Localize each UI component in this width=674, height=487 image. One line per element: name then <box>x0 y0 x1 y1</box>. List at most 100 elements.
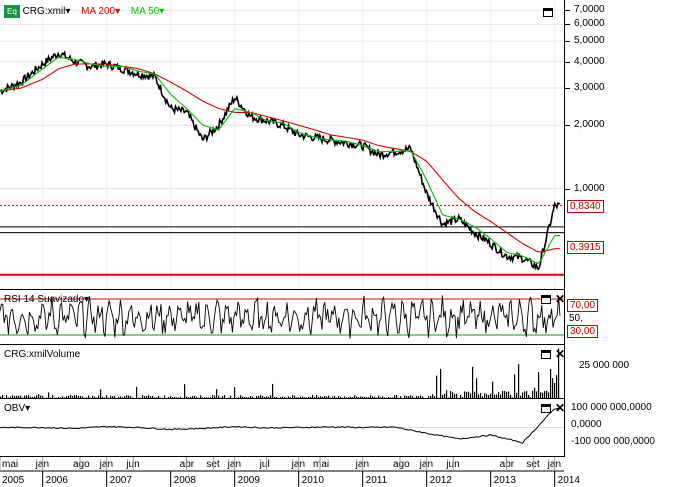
volume-panel[interactable] <box>0 345 564 399</box>
volume-bar <box>168 397 170 398</box>
volume-bar <box>296 397 298 398</box>
time-axis: maijanagojanjunabrsetjanjuljanmaijanagoj… <box>0 457 580 487</box>
ma50-dropdown-icon[interactable]: ▾ <box>159 6 164 17</box>
volume-bar <box>392 397 394 398</box>
volume-bar <box>258 395 260 398</box>
volume-bar <box>100 389 102 398</box>
volume-bar <box>502 391 504 398</box>
rsi-title: RSI 14 Suavizado▾ <box>4 294 89 305</box>
volume-bar <box>534 387 536 398</box>
volume-bar <box>244 397 246 398</box>
volume-bar <box>430 395 432 398</box>
volume-bar <box>42 395 44 398</box>
volume-bar <box>338 396 340 398</box>
volume-bar <box>260 395 262 398</box>
volume-bar <box>316 395 318 398</box>
volume-bar <box>320 396 322 398</box>
volume-bar <box>446 390 448 398</box>
volume-bar <box>488 395 490 398</box>
volume-bar <box>444 393 446 398</box>
volume-bar <box>350 396 352 398</box>
volume-bar <box>312 395 314 398</box>
price-chart[interactable] <box>0 0 564 289</box>
price-panel[interactable] <box>0 0 564 290</box>
volume-maximize-icon[interactable] <box>541 350 551 359</box>
volume-bar <box>298 397 300 398</box>
obv-panel[interactable] <box>0 399 564 457</box>
volume-bar <box>240 395 242 398</box>
volume-bar <box>546 390 548 398</box>
volume-bar <box>246 397 248 398</box>
volume-bar <box>98 395 100 398</box>
volume-bar <box>12 395 14 398</box>
volume-bar <box>46 397 48 398</box>
volume-bar <box>256 395 258 398</box>
volume-bar <box>40 395 42 398</box>
volume-bar <box>218 395 220 398</box>
ma200-label[interactable]: MA 200 <box>81 6 115 17</box>
symbol-label[interactable]: CRG:xmil <box>23 6 66 17</box>
volume-bar <box>136 386 138 398</box>
volume-bar <box>266 396 268 398</box>
price-tick-mark <box>565 24 570 26</box>
volume-bar <box>24 395 26 398</box>
volume-bar <box>394 395 396 398</box>
price-panel-maximize-icon[interactable] <box>543 8 553 17</box>
volume-chart[interactable] <box>0 345 564 398</box>
volume-bar <box>400 396 402 398</box>
chart-header: Eq CRG:xmil▾ MA 200▾ MA 50▾ <box>4 5 164 18</box>
volume-bar <box>252 396 254 398</box>
volume-bar <box>552 378 554 398</box>
volume-bar <box>146 396 148 398</box>
volume-bar <box>144 396 146 398</box>
volume-bar <box>494 394 496 398</box>
volume-bar <box>222 396 224 398</box>
year-label: 2012 <box>430 475 453 486</box>
volume-bar <box>362 396 364 398</box>
volume-bar <box>150 396 152 398</box>
volume-bar <box>64 397 66 398</box>
volume-bar <box>484 393 486 398</box>
ma200-dropdown-icon[interactable]: ▾ <box>115 6 120 17</box>
price-tick-label: 5,0000 <box>574 35 605 47</box>
volume-bar <box>190 396 192 398</box>
month-label: jan <box>547 459 561 470</box>
rsi-maximize-icon[interactable] <box>541 295 551 304</box>
obv-chart[interactable] <box>0 399 564 456</box>
volume-bar <box>186 396 188 398</box>
rsi-title-text[interactable]: RSI 14 Suavizado <box>4 294 84 305</box>
symbol-dropdown-icon[interactable]: ▾ <box>65 6 70 17</box>
price-tick-label: 3,0000 <box>574 82 605 93</box>
volume-bar <box>476 378 478 398</box>
month-label: jul <box>259 459 270 470</box>
rsi-upper-label: 70,00 <box>567 299 599 312</box>
volume-bar <box>112 396 114 398</box>
price-tick-mark <box>565 188 570 190</box>
volume-bar <box>176 397 178 398</box>
obv-dropdown-icon[interactable]: ▾ <box>25 403 30 414</box>
obv-maximize-icon[interactable] <box>541 404 551 413</box>
volume-bar <box>32 396 34 398</box>
volume-bar <box>214 395 216 398</box>
volume-bar <box>408 396 410 398</box>
year-label: 2010 <box>302 475 325 486</box>
month-label: abr <box>500 459 515 470</box>
volume-bar <box>288 396 290 398</box>
year-label: 2005 <box>2 475 25 486</box>
volume-bar <box>336 397 338 398</box>
volume-bar <box>28 395 30 398</box>
volume-bar <box>356 396 358 398</box>
volume-bar <box>268 396 270 398</box>
volume-bar <box>324 395 326 398</box>
volume-bar <box>532 390 534 398</box>
volume-bar <box>128 395 130 398</box>
ma50-label[interactable]: MA 50 <box>131 6 159 17</box>
month-label: mai <box>313 459 329 470</box>
volume-bar <box>132 397 134 398</box>
volume-bar <box>536 391 538 398</box>
volume-bar <box>80 395 82 398</box>
volume-bar <box>148 395 150 398</box>
obv-title-text[interactable]: OBV <box>4 403 25 414</box>
symbol-badge-icon[interactable]: Eq <box>4 5 20 18</box>
rsi-dropdown-icon[interactable]: ▾ <box>84 294 89 305</box>
